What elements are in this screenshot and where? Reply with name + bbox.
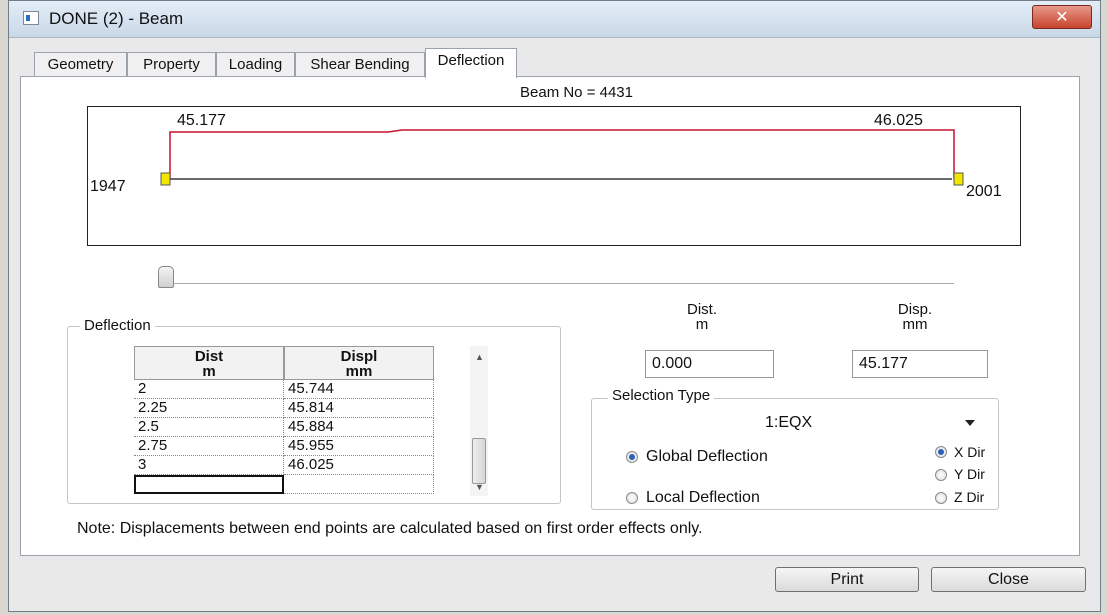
table-row[interactable]: 3 46.025 <box>134 456 434 475</box>
dist-column-header: Dist m <box>134 346 284 380</box>
dist-column-unit: m <box>202 363 216 380</box>
table-row[interactable]: 2 45.744 <box>134 380 434 399</box>
title-bar: DONE (2) - Beam ✕ <box>9 1 1100 38</box>
displ-cell[interactable]: 45.884 <box>284 418 434 437</box>
dist-readout-header: Dist. m <box>672 302 732 332</box>
selection-type-legend: Selection Type <box>608 387 715 404</box>
dist-cell[interactable]: 3 <box>134 456 284 475</box>
tab-deflection[interactable]: Deflection <box>425 48 517 78</box>
load-case-value: 1:EQX <box>765 414 813 431</box>
x-dir-radio[interactable] <box>935 446 947 458</box>
table-new-row[interactable] <box>134 475 434 494</box>
global-deflection-label[interactable]: Global Deflection <box>646 448 768 466</box>
y-dir-radio[interactable] <box>935 469 947 481</box>
scroll-up-arrow-icon[interactable]: ▲ <box>475 352 484 362</box>
end-deflection-label: 46.025 <box>874 112 923 129</box>
tab-loading[interactable]: Loading <box>216 52 295 76</box>
dist-readout-label: Dist. <box>687 301 717 318</box>
tab-geometry[interactable]: Geometry <box>34 52 127 76</box>
displ-cell[interactable]: 45.744 <box>284 380 434 399</box>
dist-cell[interactable]: 2.25 <box>134 399 284 418</box>
window-title: DONE (2) - Beam <box>49 9 184 28</box>
z-dir-radio[interactable] <box>935 492 947 504</box>
end-node-label: 2001 <box>966 183 1002 200</box>
disp-value-field[interactable]: 45.177 <box>852 350 988 378</box>
new-row-displ-cell[interactable] <box>284 475 434 494</box>
deflection-table[interactable]: Dist m Displ mm 2 45.744 2.25 45.814 2.5… <box>134 346 436 496</box>
scroll-thumb[interactable] <box>472 438 486 484</box>
scroll-down-arrow-icon[interactable]: ▼ <box>475 482 484 492</box>
displ-cell[interactable]: 45.955 <box>284 437 434 456</box>
tab-property[interactable]: Property <box>127 52 216 76</box>
app-icon <box>23 11 39 25</box>
calculation-note: Note: Displacements between end points a… <box>77 520 703 537</box>
deflection-curve <box>169 129 955 179</box>
dist-cell[interactable]: 2.75 <box>134 437 284 456</box>
local-deflection-label[interactable]: Local Deflection <box>646 489 760 507</box>
global-deflection-radio[interactable] <box>626 451 638 463</box>
chevron-down-icon <box>965 420 975 426</box>
local-deflection-radio[interactable] <box>626 492 638 504</box>
displ-column-title: Displ <box>340 348 378 365</box>
disp-readout-unit: mm <box>902 316 928 333</box>
end-node-marker <box>953 172 964 186</box>
start-node-marker <box>160 172 171 186</box>
displ-cell[interactable]: 46.025 <box>284 456 434 475</box>
load-case-select[interactable]: 1:EQX <box>757 410 987 436</box>
y-dir-label[interactable]: Y Dir <box>954 466 985 482</box>
new-row-edit-cell[interactable] <box>134 475 284 494</box>
dist-readout-unit: m <box>695 316 709 333</box>
print-button[interactable]: Print <box>775 567 919 592</box>
start-node-label: 1947 <box>90 178 126 195</box>
position-slider-thumb[interactable] <box>158 266 174 288</box>
disp-readout-header: Disp. mm <box>880 302 950 332</box>
dist-value-field[interactable]: 0.000 <box>645 350 774 378</box>
dist-cell[interactable]: 2 <box>134 380 284 399</box>
dist-column-title: Dist <box>194 348 224 365</box>
table-row[interactable]: 2.25 45.814 <box>134 399 434 418</box>
table-row[interactable]: 2.5 45.884 <box>134 418 434 437</box>
table-row[interactable]: 2.75 45.955 <box>134 437 434 456</box>
deflection-diagram: 45.177 46.025 1947 2001 <box>87 106 1021 246</box>
displ-column-unit: mm <box>345 363 373 380</box>
close-button[interactable]: Close <box>931 567 1086 592</box>
start-deflection-label: 45.177 <box>177 112 226 129</box>
disp-readout-label: Disp. <box>897 301 933 318</box>
x-dir-label[interactable]: X Dir <box>954 444 985 460</box>
beam-number: Beam No = 4431 <box>520 84 633 101</box>
position-slider-track[interactable] <box>166 283 954 284</box>
deflection-group-legend: Deflection <box>80 317 155 334</box>
dist-cell[interactable]: 2.5 <box>134 418 284 437</box>
tab-shear-bending[interactable]: Shear Bending <box>295 52 425 76</box>
displ-column-header: Displ mm <box>284 346 434 380</box>
close-window-button[interactable]: ✕ <box>1032 5 1092 29</box>
table-scrollbar[interactable]: ▲ ▼ <box>470 346 488 496</box>
displ-cell[interactable]: 45.814 <box>284 399 434 418</box>
z-dir-label[interactable]: Z Dir <box>954 489 984 505</box>
